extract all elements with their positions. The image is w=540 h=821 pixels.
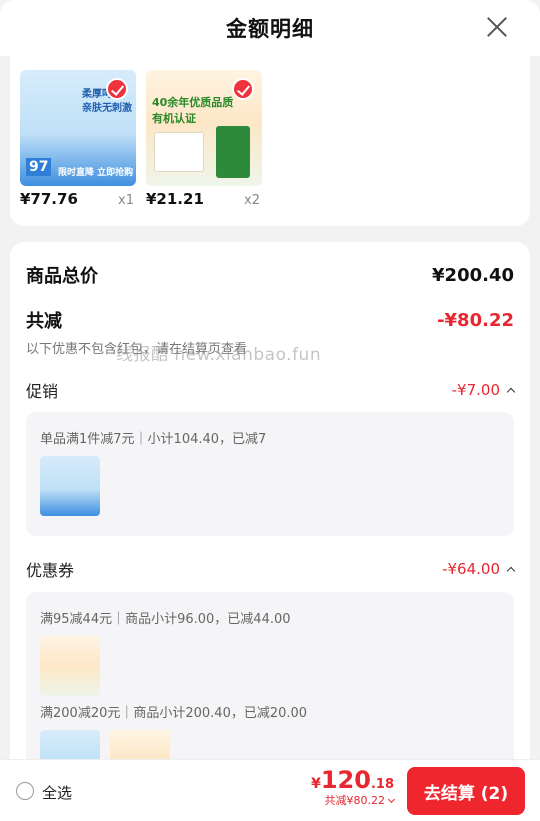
discount-value: -¥80.22 — [437, 309, 514, 331]
item-qty: x1 — [118, 193, 134, 208]
promotion-amount: -¥7.00 — [451, 381, 500, 399]
list-item[interactable]: 柔厚呵护 亲肤无刺激 97 限时直降 立即抢购 ¥77.76 x1 — [20, 70, 140, 208]
total-discount-text: 共减¥80.22 — [324, 794, 386, 807]
checkout-bar: 全选 ¥120.18 共减¥80.22 去结算 (2) — [0, 759, 540, 821]
product-image-text: 有机认证 — [152, 112, 196, 125]
checkbox-checked-icon[interactable] — [106, 78, 128, 100]
coupon-value[interactable]: -¥64.00 — [442, 560, 516, 578]
coupon-row[interactable]: 优惠券 -¥64.00 — [26, 557, 516, 581]
total-integer: 120 — [320, 766, 371, 794]
select-all-label[interactable]: 全选 — [42, 782, 72, 803]
watermark: 线报酷 new.xianbao.fun — [116, 345, 322, 365]
select-all-radio[interactable] — [16, 782, 34, 800]
item-qty: x2 — [244, 193, 260, 208]
product-thumbnail — [40, 456, 100, 516]
promotion-detail-box: 单品满1件减7元｜小计104.40，已减7 — [26, 412, 514, 536]
checkout-button[interactable]: 去结算 (2) — [407, 767, 525, 815]
currency-symbol: ¥ — [311, 776, 321, 792]
modal-header: 金额明细 — [0, 0, 540, 56]
chevron-down-icon[interactable] — [387, 795, 396, 804]
close-icon[interactable] — [484, 14, 510, 40]
product-image: 柔厚呵护 亲肤无刺激 97 限时直降 立即抢购 — [20, 70, 136, 186]
promotion-value[interactable]: -¥7.00 — [451, 381, 516, 399]
chevron-up-icon[interactable] — [506, 566, 516, 576]
discount-row: 共减 -¥80.22 — [26, 307, 514, 333]
product-thumbnail — [40, 636, 100, 696]
item-price: ¥77.76 — [20, 190, 78, 208]
discount-label: 共减 — [26, 311, 62, 332]
promotion-label: 促销 — [26, 382, 59, 401]
product-image-text: 40余年优质品质 — [152, 96, 234, 109]
total-decimal: .18 — [370, 777, 394, 792]
list-item[interactable]: 40余年优质品质 有机认证 ¥21.21 x2 — [146, 70, 266, 208]
product-image: 40余年优质品质 有机认证 — [146, 70, 262, 186]
product-image-text: 亲肤无刺激 — [82, 103, 132, 114]
price-detail-card: 商品总价 ¥200.40 共减 -¥80.22 以下优惠不包含红包，请在结算页查… — [10, 242, 530, 802]
total-label: 商品总价 — [26, 266, 98, 287]
product-package — [216, 126, 250, 178]
coupon-detail: 满200减20元｜商品小计200.40，已减20.00 — [40, 706, 308, 721]
total-discount[interactable]: 共减¥80.22 — [311, 792, 396, 808]
total-amount: ¥120.18 — [311, 766, 394, 794]
promotion-row[interactable]: 促销 -¥7.00 — [26, 378, 516, 402]
chevron-up-icon[interactable] — [506, 387, 516, 397]
total-price: ¥120.18 共减¥80.22 — [311, 766, 396, 808]
product-package — [154, 132, 204, 172]
page-title: 金额明细 — [226, 17, 314, 41]
items-card: 柔厚呵护 亲肤无刺激 97 限时直降 立即抢购 ¥77.76 x1 40余年优质… — [10, 56, 530, 226]
total-value: ¥200.40 — [432, 264, 514, 286]
item-price: ¥21.21 — [146, 190, 204, 208]
total-row: 商品总价 ¥200.40 — [26, 262, 514, 288]
promotion-detail: 单品满1件减7元｜小计104.40，已减7 — [40, 432, 267, 447]
product-image-text: 限时直降 立即抢购 — [58, 168, 134, 178]
product-badge: 97 — [26, 158, 52, 176]
checkbox-checked-icon[interactable] — [232, 78, 254, 100]
coupon-label: 优惠券 — [26, 561, 75, 580]
coupon-detail: 满95减44元｜商品小计96.00，已减44.00 — [40, 612, 291, 627]
coupon-amount: -¥64.00 — [442, 560, 500, 578]
